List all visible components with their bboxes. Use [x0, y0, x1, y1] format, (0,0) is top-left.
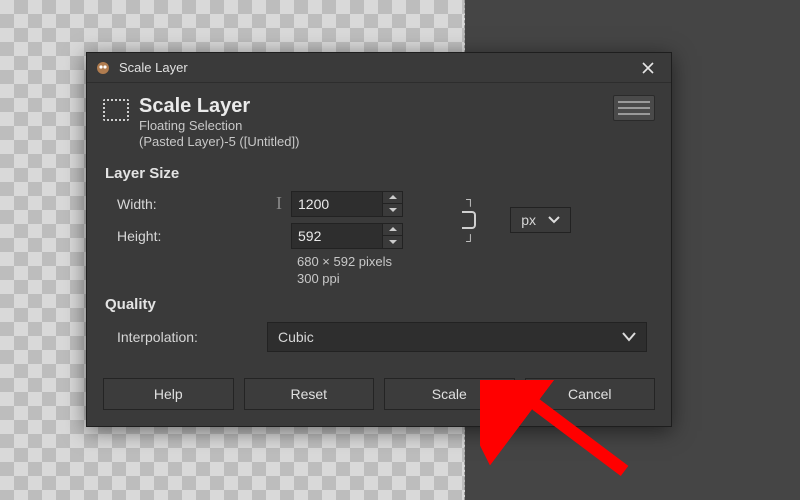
resolution-info: 300 ppi	[87, 269, 671, 286]
unit-select[interactable]: px	[510, 207, 571, 233]
text-cursor-icon: I	[267, 193, 291, 214]
height-input[interactable]	[292, 224, 382, 248]
filmstrip-icon	[613, 95, 655, 121]
close-icon	[642, 62, 654, 74]
interpolation-label: Interpolation:	[117, 329, 267, 345]
height-step-down[interactable]	[383, 236, 402, 248]
header-title: Scale Layer	[139, 95, 299, 118]
chain-link-toggle[interactable]: ┐ ┘	[460, 192, 478, 248]
header-subtitle-1: Floating Selection	[139, 118, 299, 134]
chevron-up-icon	[389, 194, 397, 200]
width-input-wrapper	[291, 191, 403, 217]
help-button[interactable]: Help	[103, 378, 234, 410]
cancel-button[interactable]: Cancel	[525, 378, 656, 410]
original-dimensions: 680 × 592 pixels	[87, 252, 671, 269]
dialog-titlebar[interactable]: Scale Layer	[87, 53, 671, 83]
chevron-down-icon	[622, 332, 636, 342]
width-step-down[interactable]	[383, 204, 402, 216]
chevron-down-icon	[389, 207, 397, 213]
width-label: Width:	[117, 196, 267, 212]
height-step-up[interactable]	[383, 224, 402, 237]
dialog-title: Scale Layer	[119, 60, 188, 75]
chevron-down-icon	[548, 216, 560, 224]
chevron-up-icon	[389, 226, 397, 232]
gimp-icon	[95, 60, 111, 76]
layer-icon	[103, 99, 129, 121]
width-step-up[interactable]	[383, 192, 402, 205]
interpolation-value: Cubic	[278, 329, 314, 345]
close-button[interactable]	[631, 57, 665, 79]
section-quality: Quality	[87, 286, 671, 319]
width-input[interactable]	[292, 192, 382, 216]
scale-layer-dialog: Scale Layer Scale Layer Floating Selecti…	[86, 52, 672, 427]
section-layer-size: Layer Size	[87, 155, 671, 188]
height-input-wrapper	[291, 223, 403, 249]
chain-icon	[462, 211, 476, 229]
chevron-down-icon	[389, 239, 397, 245]
height-label: Height:	[117, 228, 267, 244]
interpolation-select[interactable]: Cubic	[267, 322, 647, 352]
reset-button[interactable]: Reset	[244, 378, 375, 410]
header-subtitle-2: (Pasted Layer)-5 ([Untitled])	[139, 134, 299, 150]
unit-value: px	[521, 212, 536, 228]
scale-button[interactable]: Scale	[384, 378, 515, 410]
